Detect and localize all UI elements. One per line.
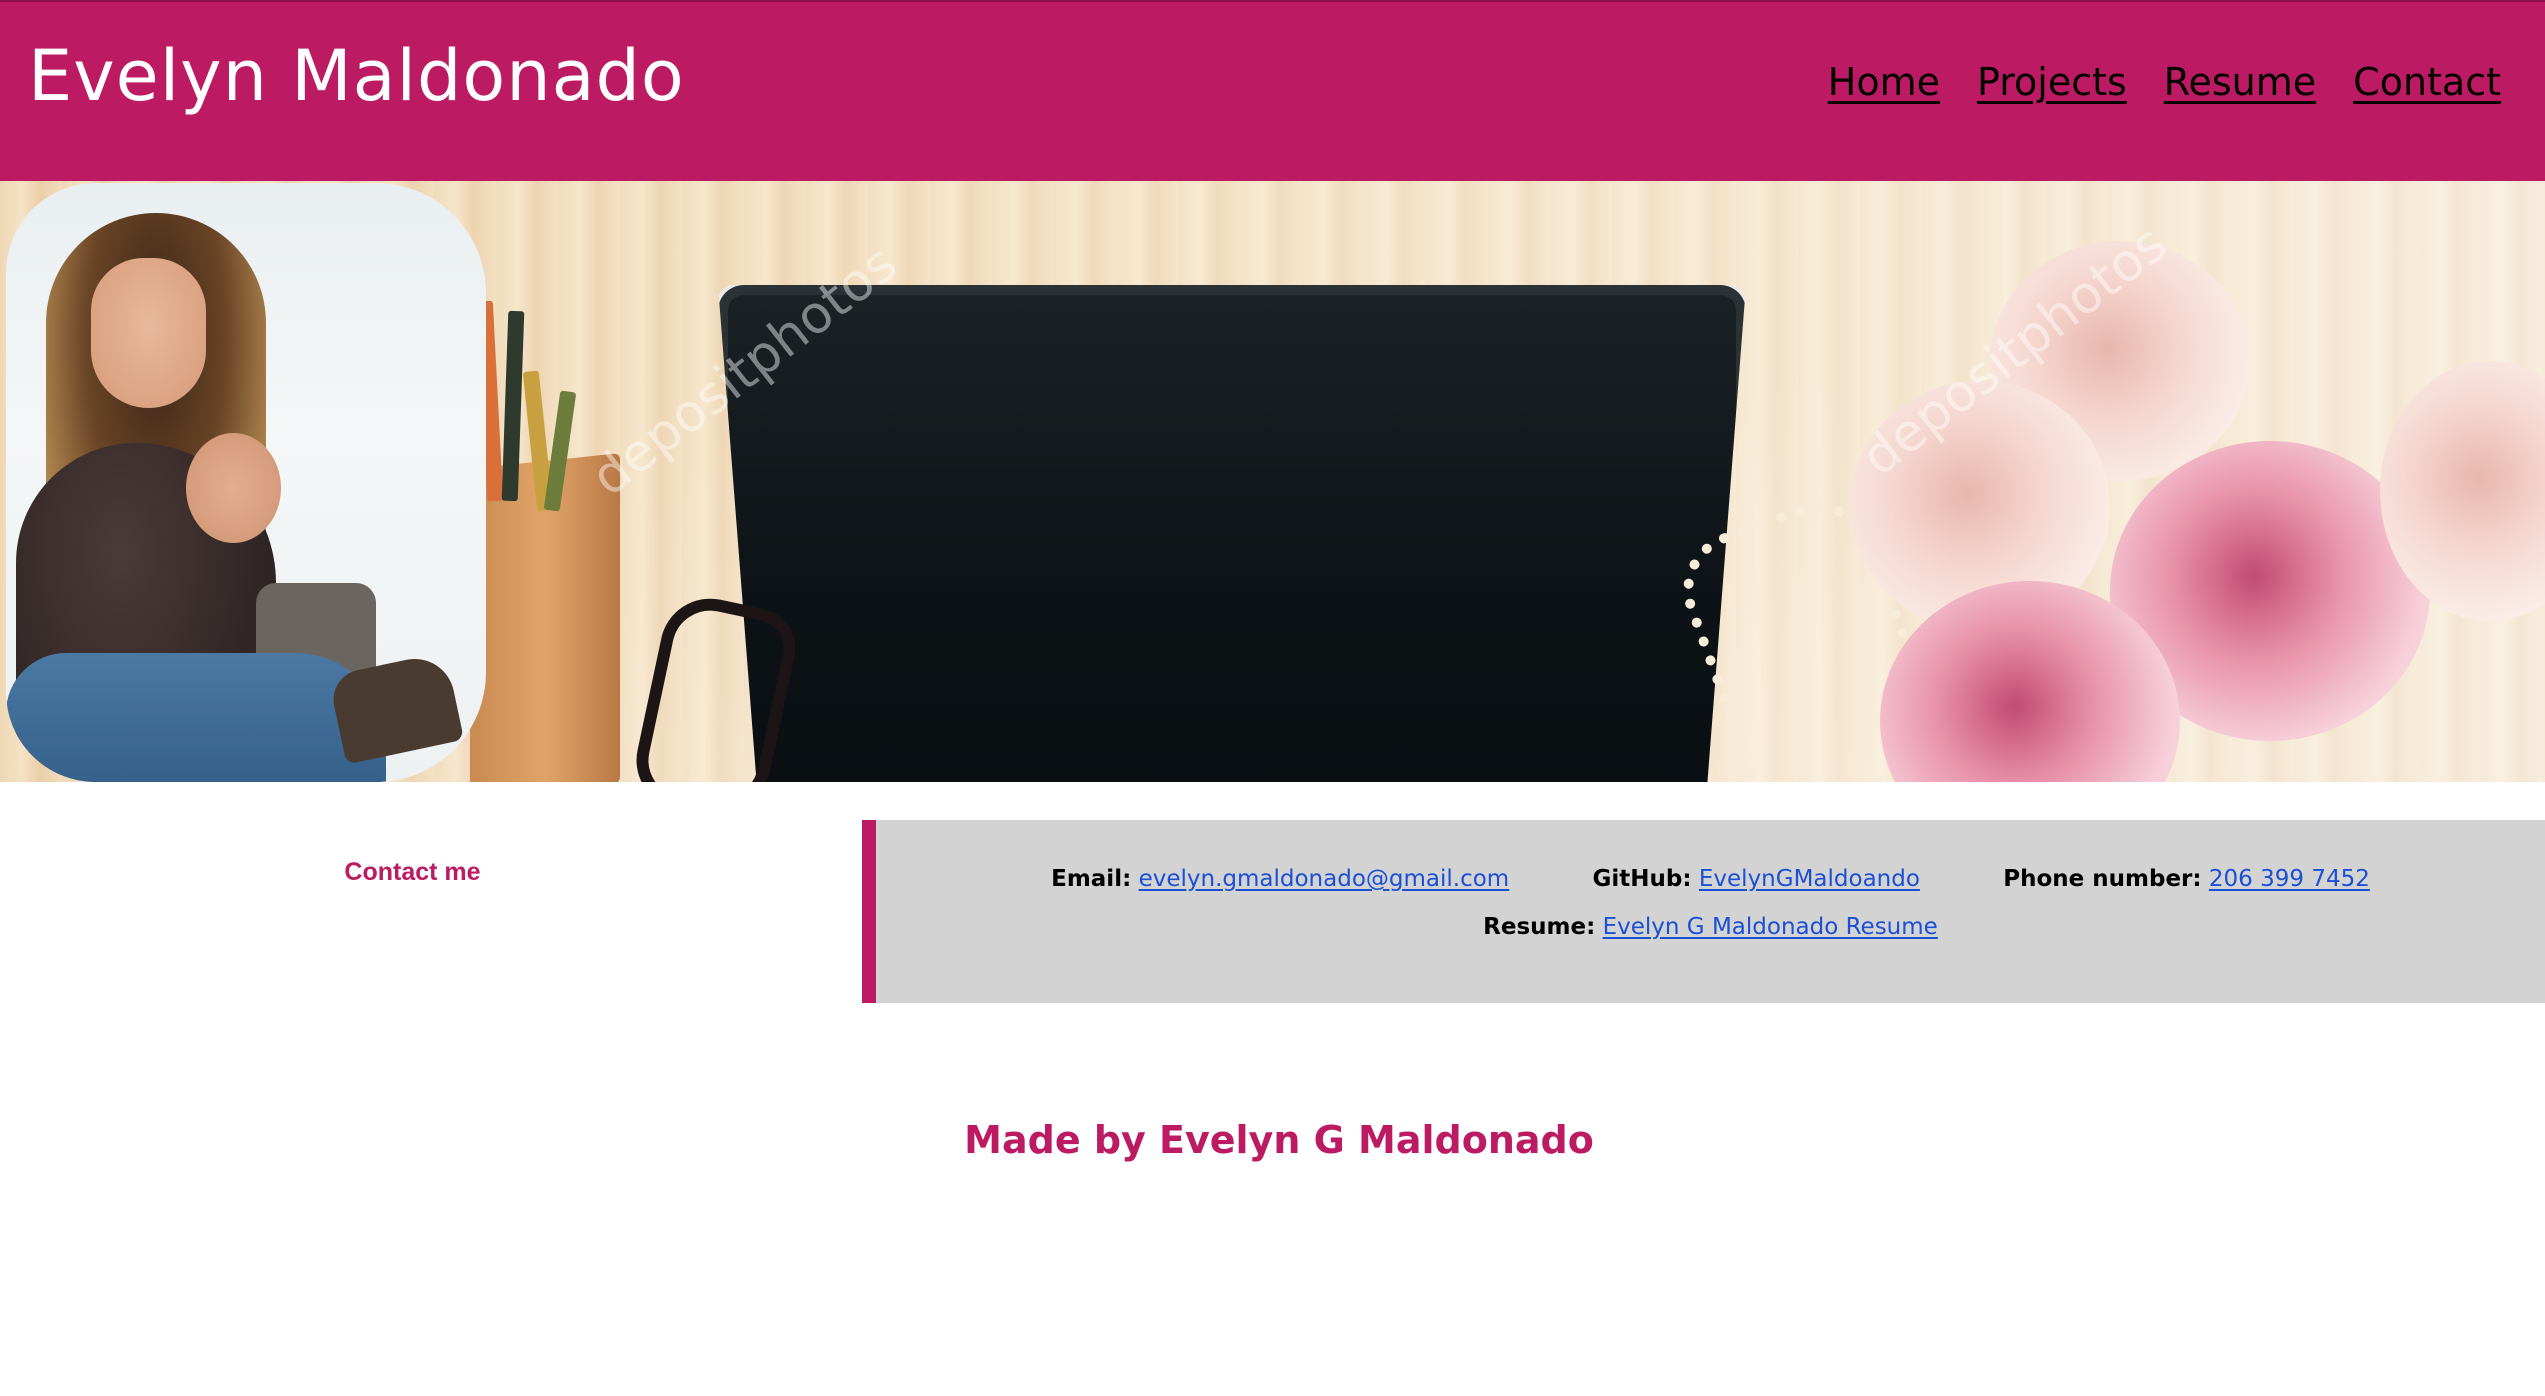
- resume-link[interactable]: Evelyn G Maldonado Resume: [1603, 914, 1938, 940]
- profile-shoulder: [186, 433, 281, 543]
- email-item: Email: evelyn.gmaldonado@gmail.com: [1051, 866, 1509, 892]
- resume-item: Resume: Evelyn G Maldonado Resume: [1483, 914, 1938, 940]
- laptop: [718, 285, 1746, 782]
- nav-link-home[interactable]: Home: [1828, 52, 1940, 112]
- phone-link[interactable]: 206 399 7452: [2209, 866, 2370, 892]
- github-item: GitHub: EvelynGMaldoando: [1593, 866, 1920, 892]
- site-header: Evelyn Maldonado Home Projects Resume Co…: [0, 0, 2545, 181]
- phone-label: Phone number:: [2003, 866, 2202, 892]
- profile-face: [91, 258, 206, 408]
- contact-info-box: Email: evelyn.gmaldonado@gmail.com GitHu…: [862, 820, 2545, 1003]
- phone-item: Phone number: 206 399 7452: [2003, 866, 2370, 892]
- nav-link-contact[interactable]: Contact: [2353, 52, 2501, 112]
- email-link[interactable]: evelyn.gmaldonado@gmail.com: [1139, 866, 1510, 892]
- contact-row: Resume: Evelyn G Maldonado Resume: [876, 914, 2545, 940]
- github-label: GitHub:: [1592, 866, 1692, 892]
- site-title: Evelyn Maldonado: [28, 35, 685, 117]
- footer-credit: Made by Evelyn G Maldonado: [964, 1118, 1594, 1162]
- github-link[interactable]: EvelynGMaldoando: [1699, 866, 1920, 892]
- email-label: Email:: [1051, 866, 1132, 892]
- nav-link-resume[interactable]: Resume: [2164, 52, 2316, 112]
- main-nav: Home Projects Resume Contact: [1828, 52, 2501, 112]
- contact-row: Email: evelyn.gmaldonado@gmail.com GitHu…: [876, 866, 2545, 892]
- profile-photo: [6, 183, 486, 782]
- profile-jeans: [6, 653, 386, 782]
- resume-label: Resume:: [1483, 914, 1596, 940]
- nav-link-projects[interactable]: Projects: [1977, 52, 2127, 112]
- contact-section-label: Contact me: [344, 858, 481, 886]
